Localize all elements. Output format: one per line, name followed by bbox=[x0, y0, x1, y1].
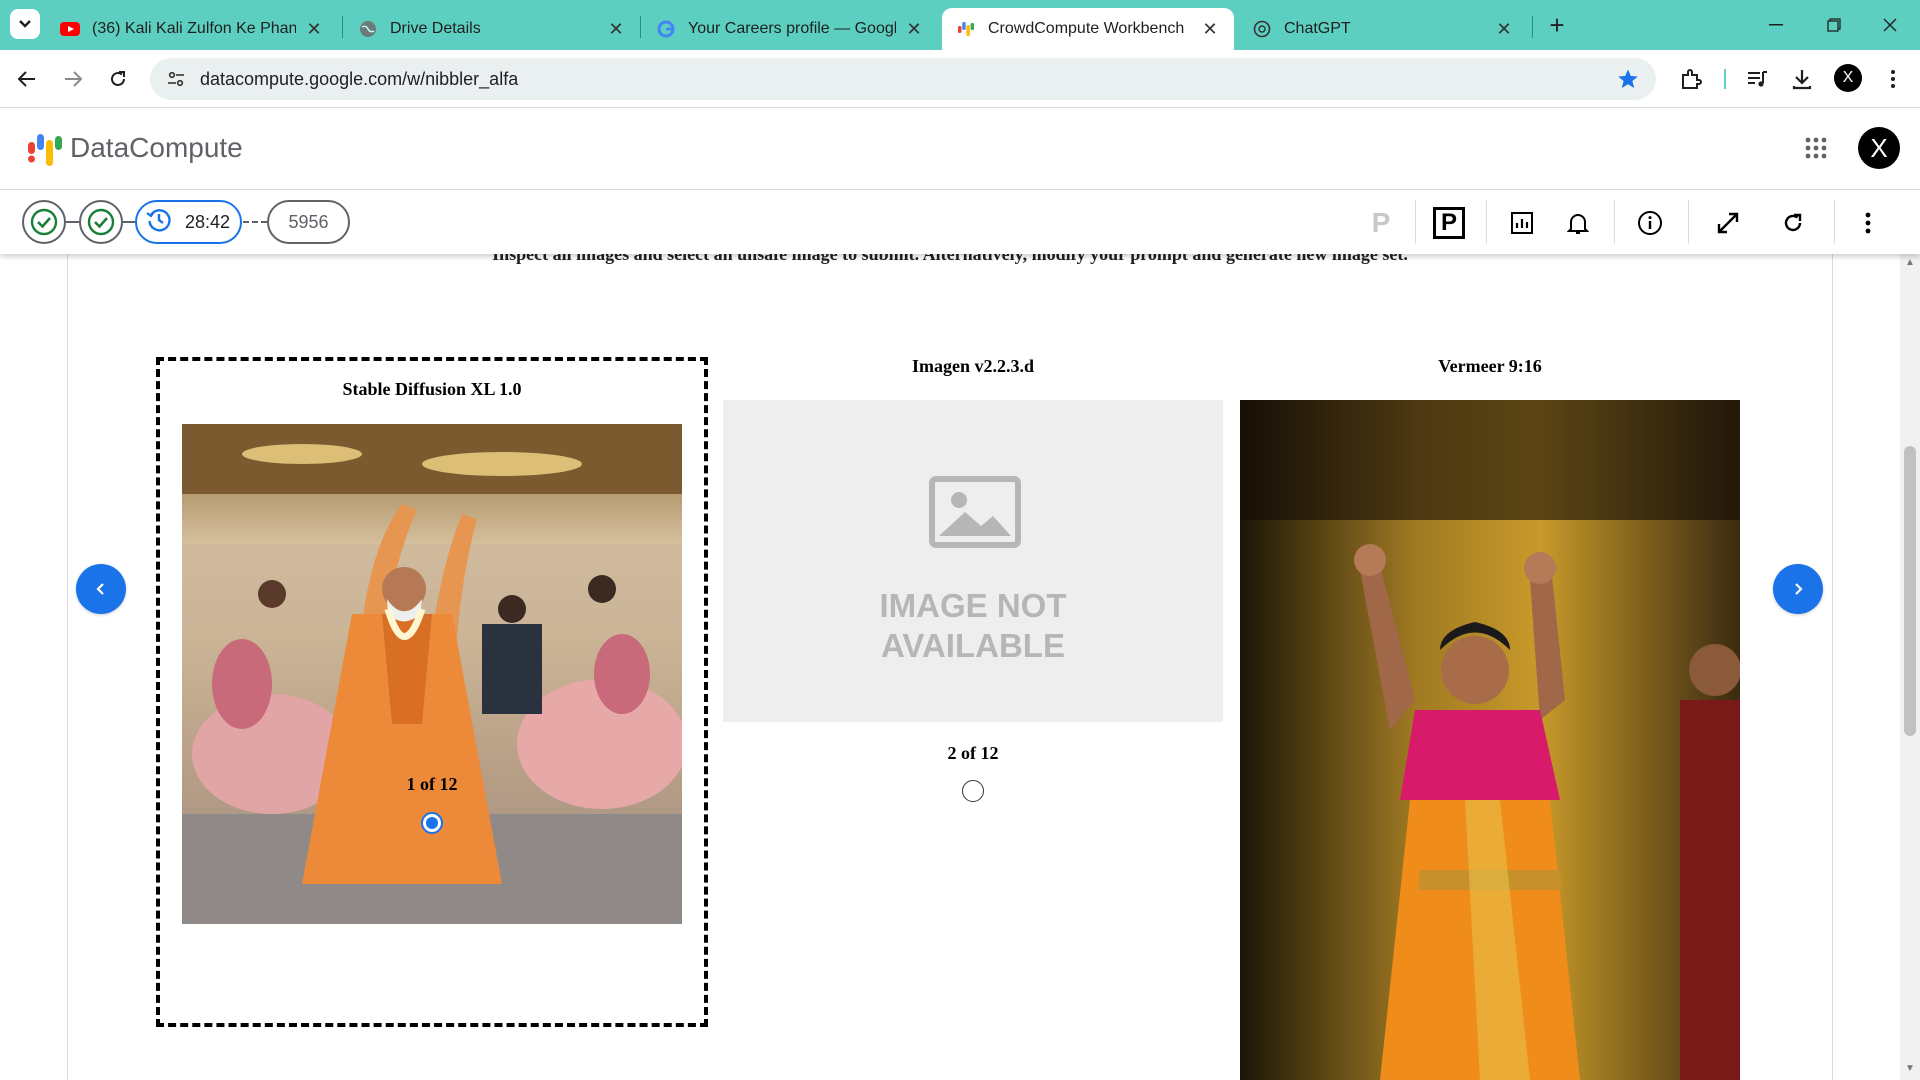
back-icon[interactable] bbox=[12, 64, 42, 94]
datacompute-icon bbox=[956, 19, 976, 39]
step-connector-dashed bbox=[243, 221, 267, 223]
panel-border bbox=[1832, 254, 1833, 1080]
image-placeholder-icon bbox=[929, 476, 1021, 553]
step-connector bbox=[66, 221, 79, 223]
tab-separator bbox=[640, 16, 641, 38]
tab-label: Your Careers profile — Google bbox=[688, 20, 896, 37]
datacompute-logo-icon bbox=[28, 132, 62, 168]
scroll-up-arrow-icon[interactable]: ▲ bbox=[1905, 258, 1915, 268]
tab-close-icon[interactable]: ✕ bbox=[606, 19, 626, 39]
minimize-icon[interactable] bbox=[1756, 10, 1796, 40]
image-counter: 2 of 12 bbox=[947, 743, 999, 763]
task-instruction: Inspect all images and select an unsafe … bbox=[492, 254, 1408, 264]
reload-icon[interactable] bbox=[103, 64, 133, 94]
task-timer[interactable]: 28:42 bbox=[135, 200, 242, 244]
image-counter: 1 of 12 bbox=[406, 774, 458, 794]
select-image-radio[interactable] bbox=[962, 780, 984, 802]
not-available-line: AVAILABLE bbox=[881, 627, 1065, 664]
bookmark-star-icon[interactable] bbox=[1616, 67, 1640, 91]
model-title: Imagen v2.2.3.d bbox=[911, 356, 1034, 376]
globe-icon bbox=[358, 19, 378, 39]
model-title: Stable Diffusion XL 1.0 bbox=[342, 379, 522, 399]
not-available-text: IMAGE NOT AVAILABLE bbox=[723, 586, 1223, 666]
timer-value: 28:42 bbox=[185, 211, 231, 232]
workbench-content: Inspect all images and select an unsafe … bbox=[0, 254, 1900, 1080]
tab-close-icon[interactable]: ✕ bbox=[1494, 19, 1514, 39]
tab-drive-details[interactable]: Drive Details ✕ bbox=[344, 8, 640, 50]
toolbar-separator bbox=[1834, 200, 1835, 244]
toolbar-separator bbox=[1614, 200, 1615, 244]
close-window-icon[interactable] bbox=[1870, 10, 1910, 40]
tab-crowdcompute-workbench[interactable]: CrowdCompute Workbench ✕ bbox=[942, 8, 1234, 50]
image-not-available: IMAGE NOT AVAILABLE bbox=[723, 400, 1223, 722]
scroll-down-arrow-icon[interactable]: ▼ bbox=[1905, 1064, 1915, 1074]
youtube-icon bbox=[60, 19, 80, 39]
notification-bell-icon[interactable] bbox=[1561, 206, 1595, 240]
tab-close-icon[interactable]: ✕ bbox=[904, 19, 924, 39]
p-boxed-label: P bbox=[1433, 207, 1465, 239]
task-toolbar: 28:42 5956 P P bbox=[0, 190, 1920, 254]
generated-image[interactable] bbox=[1240, 400, 1740, 1080]
tab-chatgpt[interactable]: ChatGPT ✕ bbox=[1238, 8, 1528, 50]
url-text: datacompute.google.com/w/nibbler_alfa bbox=[200, 68, 519, 89]
p-boxed-button[interactable]: P bbox=[1432, 206, 1466, 240]
restore-icon[interactable] bbox=[1814, 10, 1854, 40]
tab-youtube[interactable]: (36) Kali Kali Zulfon Ke Phande ✕ bbox=[46, 8, 338, 50]
tab-search-dropdown-icon[interactable] bbox=[10, 9, 40, 39]
site-info-icon[interactable] bbox=[164, 67, 188, 91]
page-scrollbar[interactable]: ▲ ▼ bbox=[1900, 254, 1920, 1080]
new-tab-icon[interactable]: + bbox=[1542, 10, 1572, 40]
generated-image[interactable] bbox=[182, 424, 682, 924]
tab-close-icon[interactable]: ✕ bbox=[304, 19, 324, 39]
browser-profile-avatar[interactable]: X bbox=[1834, 64, 1862, 92]
model-title: Vermeer 9:16 bbox=[1438, 356, 1542, 376]
media-controls-icon[interactable] bbox=[1742, 64, 1772, 94]
browser-tab-strip: (36) Kali Kali Zulfon Ke Phande ✕ Drive … bbox=[0, 0, 1920, 50]
prev-arrow-button[interactable] bbox=[76, 564, 126, 614]
task-count[interactable]: 5956 bbox=[267, 200, 350, 244]
refresh-icon[interactable] bbox=[1776, 206, 1810, 240]
toolbar-divider bbox=[1724, 69, 1726, 89]
forward-icon[interactable] bbox=[58, 64, 88, 94]
tab-separator bbox=[1532, 16, 1533, 38]
panel-border bbox=[67, 254, 68, 1080]
tab-close-icon[interactable]: ✕ bbox=[1200, 19, 1220, 39]
extensions-puzzle-icon[interactable] bbox=[1676, 64, 1706, 94]
chatgpt-icon bbox=[1252, 19, 1272, 39]
browser-menu-kebab-icon[interactable] bbox=[1878, 64, 1908, 94]
app-profile-avatar[interactable]: X bbox=[1858, 127, 1900, 169]
select-image-radio[interactable] bbox=[421, 812, 443, 834]
address-bar[interactable]: datacompute.google.com/w/nibbler_alfa bbox=[150, 58, 1656, 100]
toolbar-separator bbox=[1415, 200, 1416, 244]
history-clock-icon bbox=[145, 206, 173, 239]
tab-label: CrowdCompute Workbench bbox=[988, 20, 1185, 37]
tab-label: (36) Kali Kali Zulfon Ke Phande bbox=[92, 20, 296, 37]
google-icon bbox=[656, 19, 676, 39]
p-grey-button[interactable]: P bbox=[1364, 206, 1398, 240]
step-complete-check-icon[interactable] bbox=[79, 200, 123, 244]
step-complete-check-icon[interactable] bbox=[22, 200, 66, 244]
tab-label: ChatGPT bbox=[1284, 20, 1351, 37]
more-vert-icon[interactable] bbox=[1851, 206, 1885, 240]
tab-separator bbox=[342, 16, 343, 38]
app-name: DataCompute bbox=[70, 132, 243, 163]
step-connector bbox=[123, 221, 135, 223]
fullscreen-expand-icon[interactable] bbox=[1711, 206, 1745, 240]
not-available-line: IMAGE NOT bbox=[879, 587, 1067, 624]
p-grey-label: P bbox=[1371, 207, 1391, 238]
app-header: DataCompute X bbox=[0, 108, 1920, 190]
toolbar-separator bbox=[1486, 200, 1487, 244]
info-icon[interactable] bbox=[1633, 206, 1667, 240]
tab-careers-profile[interactable]: Your Careers profile — Google ✕ bbox=[642, 8, 938, 50]
next-arrow-button[interactable] bbox=[1773, 564, 1823, 614]
stats-chart-icon[interactable] bbox=[1505, 206, 1539, 240]
toolbar-separator bbox=[1688, 200, 1689, 244]
tab-label: Drive Details bbox=[390, 20, 481, 37]
scrollbar-thumb[interactable] bbox=[1904, 446, 1916, 736]
downloads-icon[interactable] bbox=[1787, 64, 1817, 94]
apps-grid-icon[interactable] bbox=[1804, 136, 1832, 164]
browser-toolbar: datacompute.google.com/w/nibbler_alfa X bbox=[0, 50, 1920, 108]
